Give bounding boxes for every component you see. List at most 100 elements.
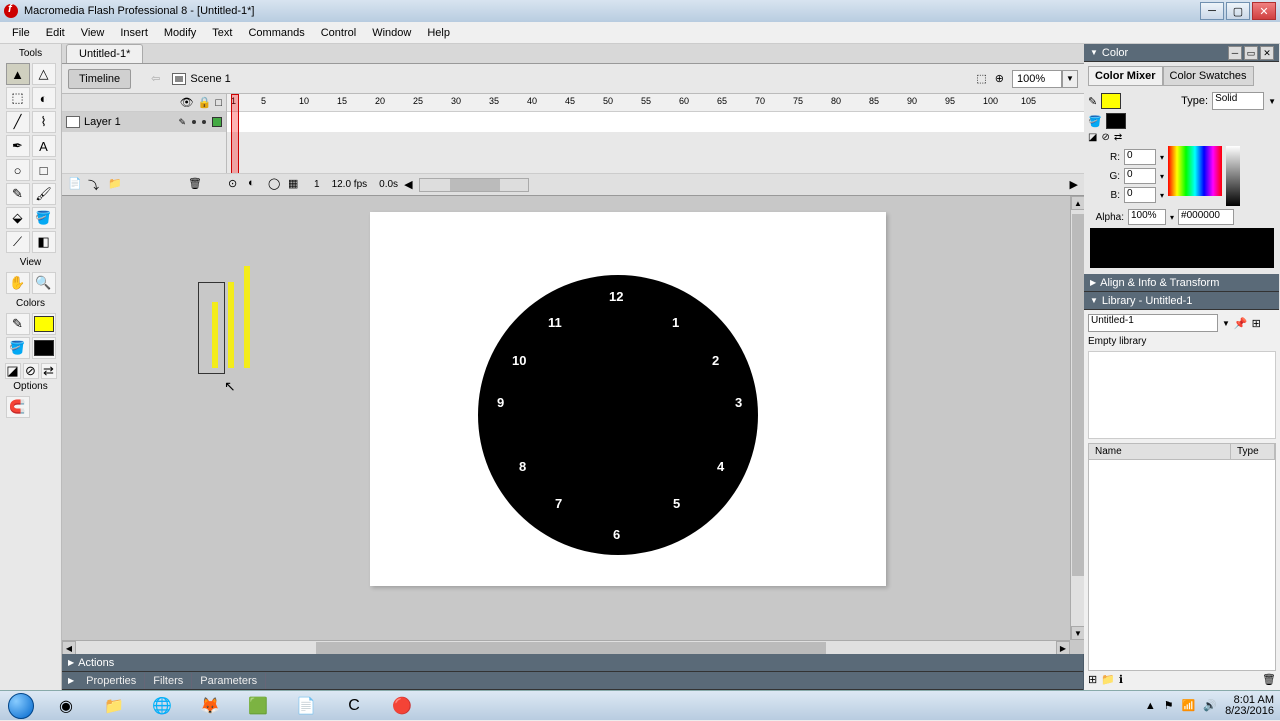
color-mixer-tab[interactable]: Color Mixer [1088,66,1163,86]
edit-scene-icon[interactable]: ⬚ [976,72,986,85]
menu-modify[interactable]: Modify [156,25,204,41]
minimize-button[interactable]: ─ [1200,2,1224,20]
vertical-scrollbar[interactable]: ▲ ▼ [1070,196,1084,640]
task-app-6[interactable]: 📄 [284,693,328,719]
brush-tool[interactable]: 🖌 [32,183,56,205]
parameters-tab[interactable]: Parameters [192,673,266,689]
outline-icon[interactable]: □ [215,97,222,109]
new-folder-icon[interactable]: 📁 [108,177,126,193]
stroke-color-swatch[interactable] [1101,93,1121,109]
menu-insert[interactable]: Insert [112,25,156,41]
no-color[interactable]: ⊘ [23,363,39,379]
stage[interactable]: 12 1 2 3 4 5 6 7 8 9 10 11 [62,196,1084,654]
timeline-toggle[interactable]: Timeline [68,69,131,89]
clock-hand-1[interactable] [212,302,218,368]
alpha-input[interactable]: 100% [1128,209,1166,225]
layer-row[interactable]: Layer 1 ✎ [62,112,226,132]
task-app-1[interactable]: ◉ [44,693,88,719]
menu-window[interactable]: Window [364,25,419,41]
task-explorer[interactable]: 📁 [92,693,136,719]
library-col-name[interactable]: Name [1089,444,1231,459]
frames-row[interactable] [227,112,1084,132]
canvas[interactable]: 12 1 2 3 4 5 6 7 8 9 10 11 [370,212,886,586]
back-arrow-icon[interactable]: ⇦ [151,72,160,85]
g-input[interactable]: 0 [1124,168,1156,184]
line-tool[interactable]: ╱ [6,111,30,133]
properties-panel-header[interactable]: ▶ Properties Filters Parameters [62,672,1083,690]
tray-volume-icon[interactable]: 🔊 [1203,699,1217,712]
text-tool[interactable]: A [32,135,56,157]
new-symbol-icon[interactable]: ⊞ [1088,673,1097,686]
menu-commands[interactable]: Commands [240,25,312,41]
menu-control[interactable]: Control [313,25,364,41]
fill-color[interactable] [32,337,56,359]
frames-panel[interactable]: 1 5 10 15 20 25 30 35 40 45 50 55 60 65 [227,94,1084,173]
hand-tool[interactable]: ✋ [6,272,30,294]
library-panel-header[interactable]: ▼Library - Untitled-1 [1084,292,1279,310]
bw-icon[interactable]: ◪ [1088,132,1097,143]
tray-up-icon[interactable]: ▲ [1145,700,1156,712]
playhead[interactable] [231,94,239,173]
properties-tab[interactable]: Properties [78,673,145,689]
menu-edit[interactable]: Edit [38,25,73,41]
scroll-right-icon[interactable]: ▶ [1070,178,1078,191]
subselection-tool[interactable]: △ [32,63,56,85]
scene-name[interactable]: Scene 1 [190,73,230,85]
start-button[interactable] [0,691,42,721]
hex-input[interactable]: #000000 [1178,209,1234,225]
pencil-tool[interactable]: ✎ [6,183,30,205]
scroll-down[interactable]: ▼ [1071,626,1084,640]
eraser-tool[interactable]: ◧ [32,231,56,253]
nocolor-icon[interactable]: ⊘ [1101,132,1109,143]
snap-option[interactable]: 🧲 [6,396,30,418]
type-select[interactable]: Solid [1212,92,1264,110]
task-chrome[interactable]: 🌐 [140,693,184,719]
r-input[interactable]: 0 [1124,149,1156,165]
chevron-down-icon[interactable]: ▼ [1268,97,1276,106]
ink-bottle-tool[interactable]: ⬙ [6,207,30,229]
frame-ruler[interactable]: 1 5 10 15 20 25 30 35 40 45 50 55 60 65 [227,94,1084,112]
edit-frames-icon[interactable]: ▦ [288,177,306,193]
document-tab[interactable]: Untitled-1* [66,44,143,63]
horizontal-scrollbar[interactable]: ◀ ▶ [62,640,1070,654]
fill-color-swatch[interactable] [1106,113,1126,129]
align-panel-header[interactable]: ▶Align & Info & Transform [1084,274,1279,292]
new-folder-lib-icon[interactable]: 📁 [1101,673,1115,686]
clock-hand-3[interactable] [244,266,250,368]
rectangle-tool[interactable]: □ [32,159,56,181]
default-colors[interactable]: ◪ [5,363,21,379]
tray-flag-icon[interactable]: ⚑ [1164,699,1174,712]
scroll-left[interactable]: ◀ [62,641,76,654]
task-camtasia[interactable]: 🟩 [236,693,280,719]
swap-colors[interactable]: ⇄ [41,363,57,379]
color-spectrum[interactable] [1168,146,1222,196]
delete-layer-icon[interactable]: 🗑 [188,177,206,193]
actions-panel-header[interactable]: ▶Actions [62,654,1083,672]
close-button[interactable]: ✕ [1252,2,1276,20]
new-guide-icon[interactable]: ⤵ [88,177,106,193]
eye-icon[interactable]: 👁 [180,96,194,109]
library-document-select[interactable]: Untitled-1 [1088,314,1218,332]
zoom-dropdown[interactable]: ▼ [1062,70,1078,88]
maximize-button[interactable]: ▢ [1226,2,1250,20]
doc-restore[interactable]: ▭ [1244,46,1258,60]
zoom-level[interactable]: 100% [1012,70,1062,88]
menu-view[interactable]: View [73,25,113,41]
swap-icon[interactable]: ⇄ [1114,132,1122,143]
oval-tool[interactable]: ○ [6,159,30,181]
properties-icon[interactable]: ℹ [1119,673,1123,686]
scroll-up[interactable]: ▲ [1071,196,1084,210]
library-col-type[interactable]: Type [1231,444,1275,459]
doc-minimize[interactable]: ─ [1228,46,1242,60]
task-flash[interactable]: 🔴 [380,693,424,719]
lock-icon[interactable]: 🔒 [198,96,212,109]
center-frame-icon[interactable]: ⊙ [228,177,246,193]
filters-tab[interactable]: Filters [145,673,192,689]
free-transform-tool[interactable]: ⬚ [6,87,30,109]
task-app-7[interactable]: C [332,693,376,719]
clock-hand-2[interactable] [228,282,234,368]
doc-close[interactable]: ✕ [1260,46,1274,60]
color-swatches-tab[interactable]: Color Swatches [1163,66,1254,86]
tray-network-icon[interactable]: 📶 [1182,699,1196,712]
eyedropper-tool[interactable]: ⟋ [6,231,30,253]
